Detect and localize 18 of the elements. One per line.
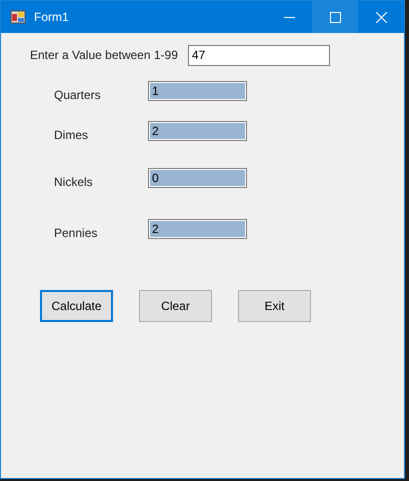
form-icon: [10, 9, 26, 25]
result-field[interactable]: 0: [148, 168, 247, 188]
value-field[interactable]: 47: [188, 44, 330, 66]
action-button[interactable]: Clear: [139, 290, 212, 322]
coin-label: Pennies: [54, 225, 98, 242]
coin-label: Nickels: [54, 174, 94, 191]
coin-label: Dimes: [54, 127, 90, 144]
action-button[interactable]: Exit: [238, 290, 311, 322]
result-field[interactable]: 2: [148, 219, 247, 239]
action-button[interactable]: Calculate: [40, 290, 113, 322]
close-icon: [376, 12, 386, 22]
maximize-icon: [330, 12, 340, 22]
window-title: Form1: [34, 9, 69, 26]
result-field[interactable]: 1: [148, 81, 247, 101]
result-field[interactable]: 2: [148, 121, 247, 141]
maximize-button[interactable]: [312, 1, 358, 33]
coin-label: Quarters: [54, 87, 102, 104]
value-label: Enter a Value between 1-99: [30, 47, 178, 64]
